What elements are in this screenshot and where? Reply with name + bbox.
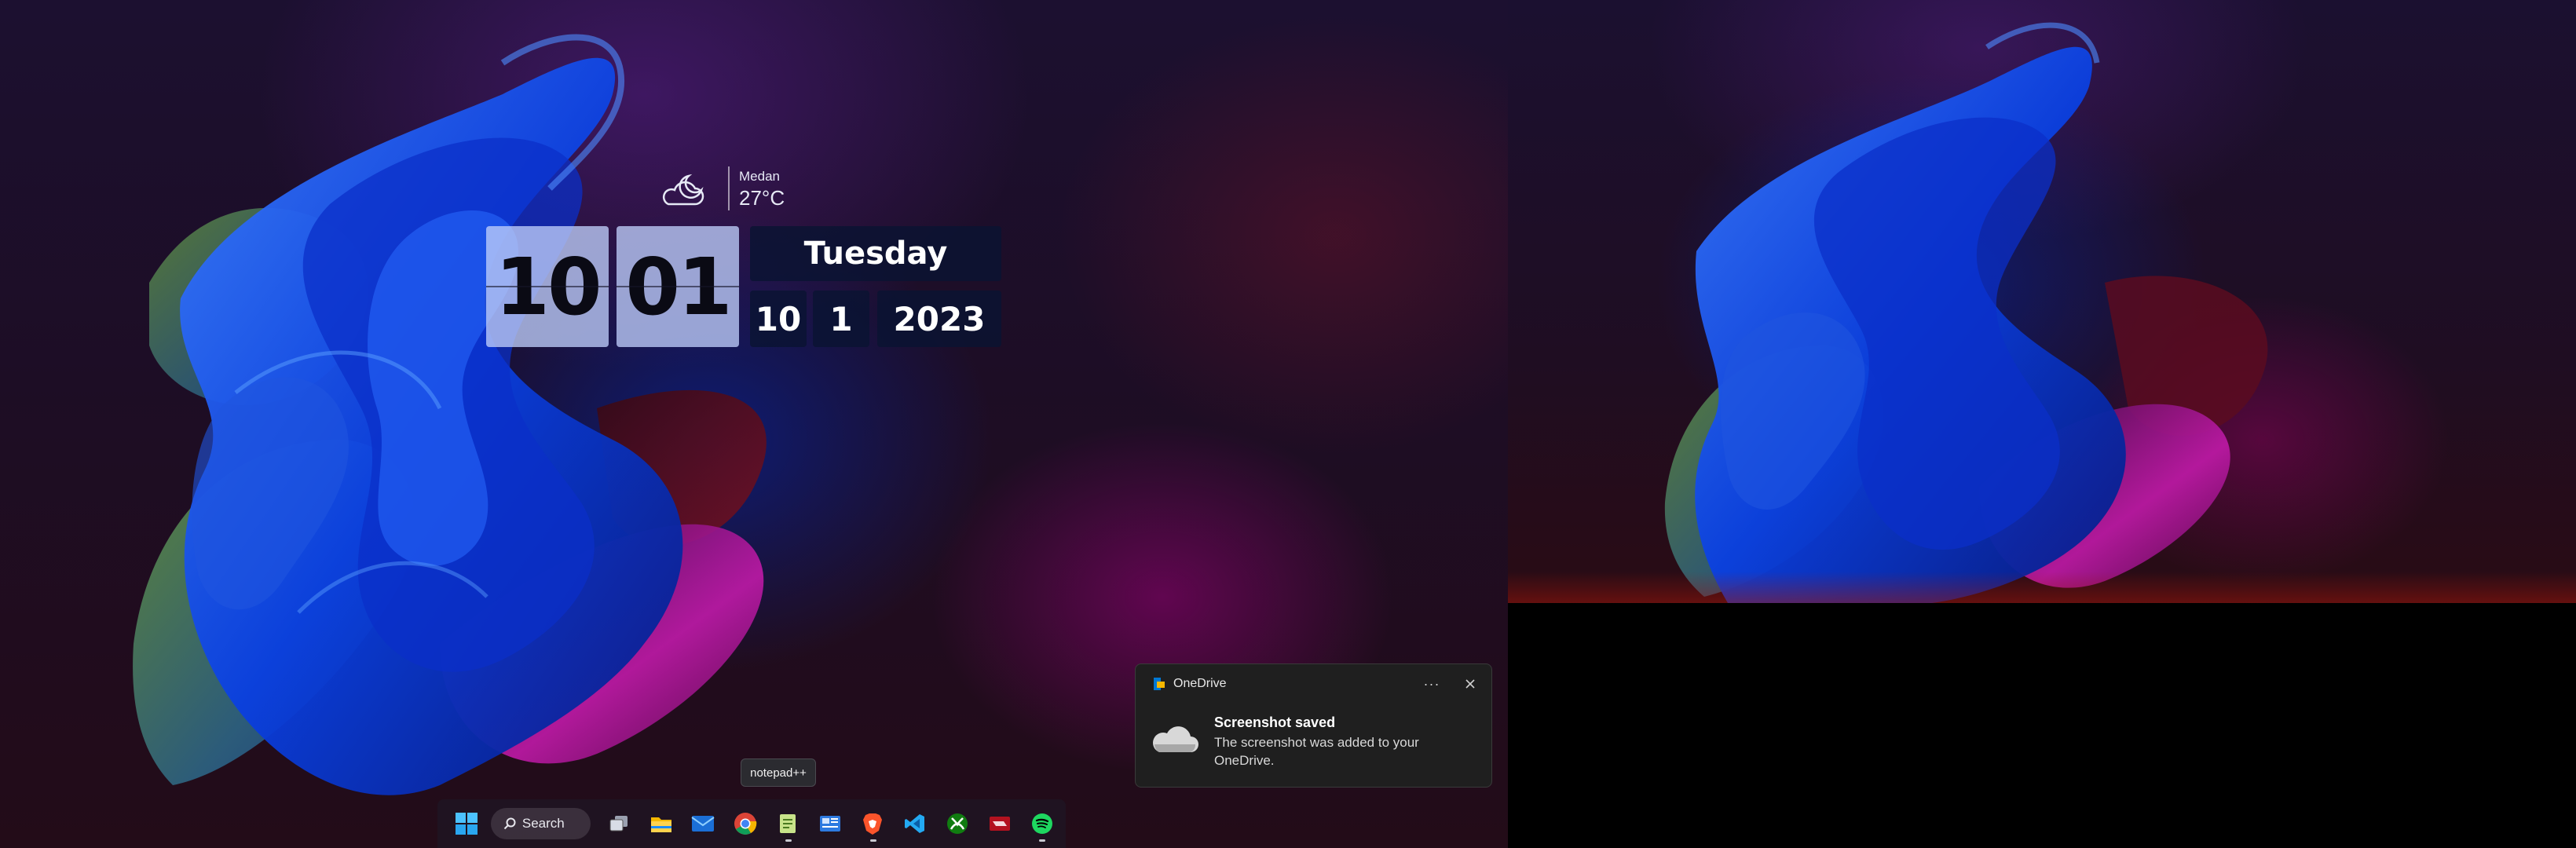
clock-minutes: 01 [617,226,739,347]
toast-more-button[interactable]: ··· [1418,672,1446,696]
task-view-button[interactable] [600,805,637,843]
xbox-button[interactable] [939,805,975,843]
brave-button[interactable] [854,805,891,843]
vscode-button[interactable] [896,805,933,843]
desktop-secondary [1508,0,2576,603]
chrome-icon [734,813,757,835]
weather-widget: Medan 27°C [656,165,785,212]
search-button[interactable]: Search [490,808,591,839]
toast-app-name: OneDrive [1173,677,1227,690]
day-name: Tuesday [750,226,1001,281]
mail-icon [691,816,715,832]
bloom-wallpaper [1664,22,2268,603]
spotify-icon [1031,813,1052,834]
date-year: 2023 [877,291,1001,347]
news-button[interactable] [812,805,849,843]
search-icon [503,817,516,830]
mail-button[interactable] [685,805,722,843]
weather-temperature: 27°C [739,185,785,210]
partly-cloudy-night-icon [662,174,704,206]
running-indicator [1039,839,1046,842]
taskbar: Search [437,799,1066,848]
vscode-icon [904,814,924,833]
taskbar-tooltip: notepad++ [741,758,816,787]
onedrive-toast[interactable]: OneDrive ··· Screenshot saved The screen… [1135,663,1492,788]
toast-title: Screenshot saved [1214,715,1336,730]
file-explorer-button[interactable] [642,805,679,843]
toast-body: The screenshot was added to your OneDriv… [1214,735,1419,768]
close-icon [1465,679,1475,689]
windows-logo-icon [456,813,478,835]
search-label: Search [521,816,565,831]
toast-close-button[interactable] [1456,672,1484,696]
brave-lion-icon [863,813,883,835]
monitor-floor-glow [1508,572,2576,603]
folder-icon [650,817,671,832]
date-day: 1 [813,291,869,347]
clock-hours: 10 [486,226,609,347]
onedrive-app-icon [1154,678,1165,690]
chrome-button[interactable] [727,805,764,843]
xbox-icon [946,813,968,834]
notepad-icon [780,814,796,833]
app-red-button[interactable] [981,805,1018,843]
weather-city: Medan [739,168,780,184]
start-button[interactable] [448,805,485,843]
cloud-icon [1153,726,1198,752]
newspaper-icon [820,816,841,832]
spotify-button[interactable] [1023,805,1060,843]
running-indicator [869,839,876,842]
weather-divider [728,166,730,210]
notepadpp-button[interactable] [770,805,807,843]
running-indicator [785,839,792,842]
desktop-primary: Medan 27°C 10 01 Tuesday 10 1 2023 notep… [0,0,1508,848]
red-app-icon [989,817,1010,831]
date-month: 10 [750,291,807,347]
task-view-icon [609,816,628,832]
